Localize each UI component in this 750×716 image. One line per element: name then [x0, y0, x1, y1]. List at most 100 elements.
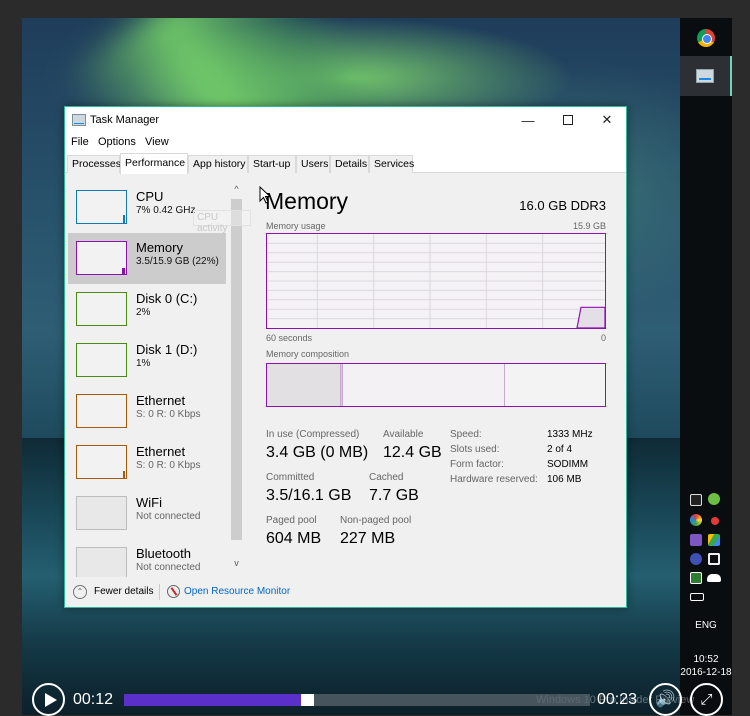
composition-standby[interactable]: [343, 364, 505, 406]
elapsed-time: 00:12: [73, 691, 114, 708]
menu-file[interactable]: File: [71, 136, 89, 148]
performance-panel: CPU 7% 0.42 GHz Memory 3.5/15.9 GB (22%)…: [65, 173, 626, 577]
scroll-down-icon[interactable]: v: [230, 557, 243, 569]
spec-form-factor-label: Form factor:: [450, 459, 504, 470]
resource-ethernet-1[interactable]: Ethernet S: 0 R: 0 Kbps: [68, 386, 226, 437]
language-indicator[interactable]: ENG: [680, 620, 732, 631]
disk-1-mini-graph: [76, 343, 127, 377]
ethernet-2-mini-graph: [76, 445, 127, 479]
resource-disk-0[interactable]: Disk 0 (C:) 2%: [68, 284, 226, 335]
video-player-frame: ENG 10:52 2016-12-18 Windows 10 Pro Insi…: [0, 0, 750, 716]
speaker-icon: 🔊: [655, 691, 676, 708]
taskbar-chrome-button[interactable]: [680, 18, 732, 58]
tab-startup[interactable]: Start-up: [248, 155, 296, 173]
google-drive-icon[interactable]: [708, 534, 720, 546]
resource-wifi[interactable]: WiFi Not connected: [68, 488, 226, 539]
title-bar[interactable]: Task Manager — ✕: [65, 107, 626, 133]
memory-composition-bar: [266, 363, 606, 407]
taskbar-task-manager-button[interactable]: [680, 56, 732, 96]
close-button[interactable]: ✕: [587, 107, 627, 133]
maximize-button[interactable]: [548, 107, 588, 133]
color-app-icon[interactable]: [690, 514, 702, 526]
resource-name: Memory: [136, 240, 183, 255]
resource-detail: 1%: [136, 358, 151, 369]
available-value: 12.4 GB: [383, 444, 442, 461]
menu-options[interactable]: Options: [98, 136, 136, 148]
resource-list-scrollbar[interactable]: ^ v: [230, 173, 243, 569]
memory-usage-plot: [267, 234, 605, 328]
resource-ethernet-2[interactable]: Ethernet S: 0 R: 0 Kbps: [68, 437, 226, 488]
scrollbar-thumb[interactable]: [231, 199, 242, 540]
check-app-icon[interactable]: [690, 572, 702, 584]
in-use-label: In use (Compressed): [266, 429, 360, 440]
committed-label: Committed: [266, 472, 315, 483]
footer-divider: [159, 584, 160, 600]
composition-free[interactable]: [505, 364, 605, 406]
composition-in-use[interactable]: [267, 364, 341, 406]
app-square-icon[interactable]: [690, 494, 702, 506]
scansnap-icon[interactable]: [690, 553, 702, 565]
status-footer: ⌃ Fewer details Open Resource Monitor: [65, 577, 626, 607]
non-paged-pool-value: 227 MB: [340, 530, 396, 547]
onedrive-icon[interactable]: [707, 574, 721, 582]
resource-monitor-icon: [167, 585, 180, 598]
resource-disk-1[interactable]: Disk 1 (D:) 1%: [68, 335, 226, 386]
resource-bluetooth[interactable]: Bluetooth Not connected: [68, 539, 226, 577]
chevron-up-icon[interactable]: ⌃: [73, 585, 87, 599]
memory-usage-graph: [266, 233, 606, 329]
resource-name: Disk 0 (C:): [136, 291, 198, 306]
minimize-button[interactable]: —: [508, 107, 548, 133]
cached-label: Cached: [369, 472, 404, 483]
memory-usage-area: [576, 306, 605, 328]
resource-detail: S: 0 R: 0 Kbps: [136, 460, 201, 471]
usage-graph-label: Memory usage: [266, 221, 326, 231]
resource-name: Ethernet: [136, 393, 186, 408]
tab-users[interactable]: Users: [296, 155, 330, 173]
open-resource-monitor-link[interactable]: Open Resource Monitor: [184, 586, 290, 597]
onenote-icon[interactable]: [690, 534, 702, 546]
spec-hw-reserved-label: Hardware reserved:: [450, 474, 538, 485]
spec-form-factor-value: SODIMM: [547, 459, 589, 470]
memory-mini-graph: [76, 241, 127, 275]
spec-speed-value: 1333 MHz: [547, 429, 593, 440]
tab-processes[interactable]: Processes: [67, 155, 121, 173]
non-paged-pool-label: Non-paged pool: [340, 515, 412, 526]
window-title: Task Manager: [90, 114, 160, 126]
remaining-time: 00:23: [597, 691, 638, 708]
battery-icon[interactable]: [690, 593, 704, 601]
clock-time[interactable]: 10:52: [680, 654, 732, 665]
available-label: Available: [383, 429, 424, 440]
tab-details[interactable]: Details: [330, 155, 369, 173]
resource-name: Bluetooth: [136, 546, 191, 561]
tab-app-history[interactable]: App history: [188, 155, 248, 173]
fullscreen-button[interactable]: ⤢: [690, 683, 723, 716]
tab-performance[interactable]: Performance: [120, 153, 188, 174]
minimize-icon: —: [521, 112, 535, 128]
utorrent-icon[interactable]: [708, 493, 720, 505]
chrome-icon: [697, 29, 715, 47]
play-button[interactable]: [32, 683, 65, 716]
paged-pool-label: Paged pool: [266, 515, 317, 526]
ethernet-1-mini-graph: [76, 394, 127, 428]
committed-value: 3.5/16.1 GB: [266, 487, 352, 504]
paged-pool-value: 604 MB: [266, 530, 322, 547]
tab-services[interactable]: Services: [369, 155, 414, 173]
menu-view[interactable]: View: [145, 136, 169, 148]
resource-memory[interactable]: Memory 3.5/15.9 GB (22%): [68, 233, 226, 284]
mouse-cursor-icon: [259, 186, 271, 204]
memory-detail-panel: Memory 16.0 GB DDR3 Memory usage 15.9 GB…: [255, 173, 626, 577]
clock-date[interactable]: 2016-12-18: [680, 667, 732, 678]
spec-slots-label: Slots used:: [450, 444, 500, 455]
graph-time-zero: 0: [600, 333, 606, 343]
resource-detail: S: 0 R: 0 Kbps: [136, 409, 201, 420]
seek-bar-handle[interactable]: [301, 694, 314, 706]
fewer-details-button[interactable]: Fewer details: [94, 586, 153, 597]
fullscreen-icon: ⤢: [700, 691, 713, 708]
spec-slots-value: 2 of 4: [547, 444, 573, 455]
sync-icon[interactable]: [708, 553, 720, 565]
volume-button[interactable]: 🔊: [649, 683, 682, 716]
seek-bar[interactable]: [124, 694, 590, 706]
in-use-value: 3.4 GB (0 MB): [266, 444, 369, 461]
scroll-up-icon[interactable]: ^: [230, 183, 243, 195]
record-icon[interactable]: [711, 517, 719, 525]
